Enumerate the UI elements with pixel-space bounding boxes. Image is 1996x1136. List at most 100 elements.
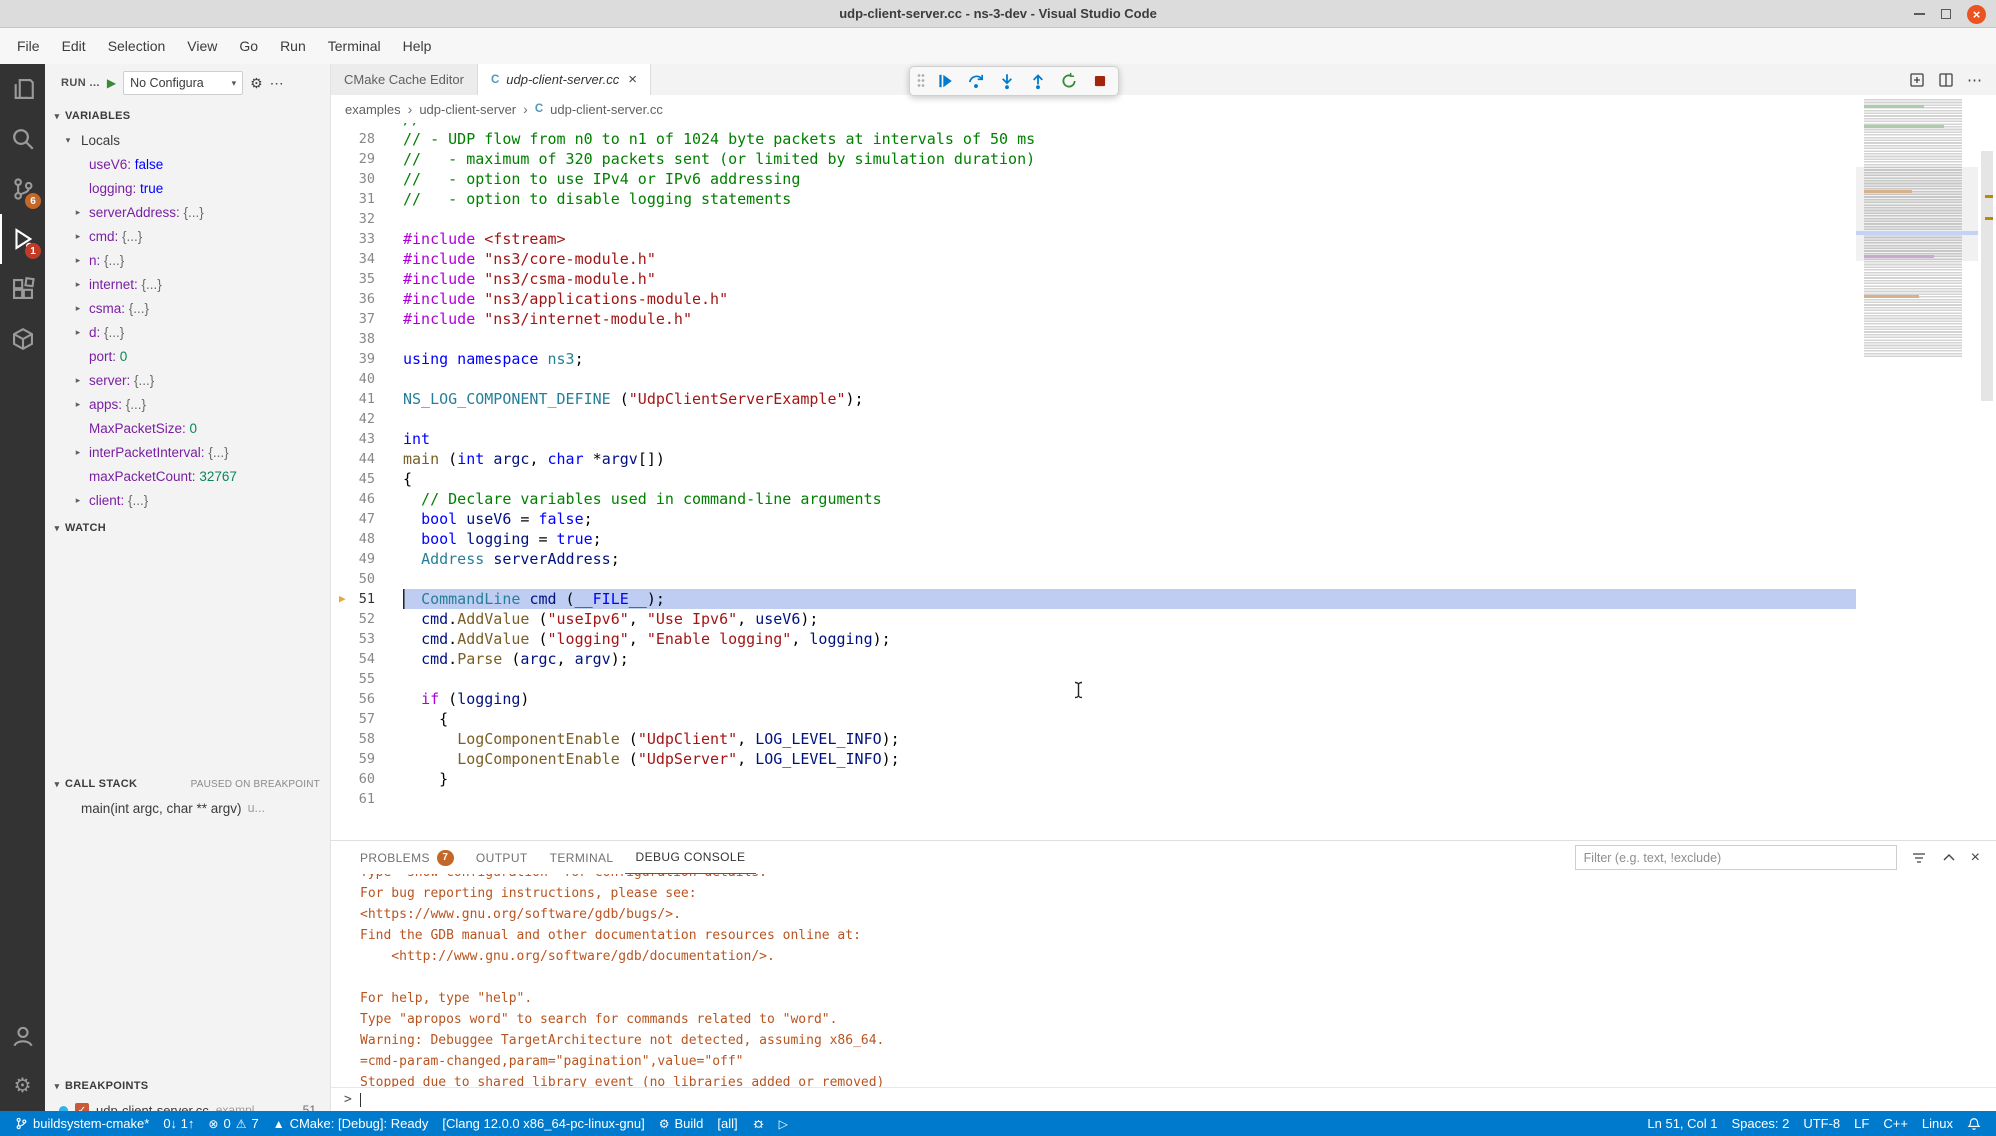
variable-row[interactable]: ▸internet: {...} (45, 272, 330, 296)
line-number[interactable]: 50 (331, 569, 375, 589)
chevron-right-icon[interactable]: ▸ (71, 279, 85, 290)
drag-handle[interactable] (917, 73, 925, 89)
code-text[interactable]: cmd.AddValue ("logging", "Enable logging… (403, 629, 1856, 649)
code-line[interactable]: 44 main (int argc, char *argv[]) (331, 449, 1856, 469)
line-number[interactable]: 48 (331, 529, 375, 549)
variable-row[interactable]: ▸interPacketInterval: {...} (45, 440, 330, 464)
variables-section-header[interactable]: ▾ VARIABLES (45, 104, 330, 128)
code-text[interactable]: cmd.AddValue ("useIpv6", "Use Ipv6", use… (403, 609, 1856, 629)
menu-selection[interactable]: Selection (97, 33, 177, 59)
status-indentation[interactable]: Spaces: 2 (1725, 1116, 1797, 1131)
code-line[interactable]: 49 Address serverAddress; (331, 549, 1856, 569)
code-text[interactable]: // - option to disable logging statement… (403, 189, 1856, 209)
line-number[interactable]: 51 (331, 589, 375, 609)
code-text[interactable]: bool useV6 = false; (403, 509, 1856, 529)
line-number[interactable]: 37 (331, 309, 375, 329)
code-text[interactable] (403, 669, 1856, 689)
code-line[interactable]: 34#include "ns3/core-module.h" (331, 249, 1856, 269)
menu-run[interactable]: Run (269, 33, 317, 59)
code-text[interactable] (403, 369, 1856, 389)
code-line[interactable]: 54 cmd.Parse (argc, argv); (331, 649, 1856, 669)
breakpoint-row[interactable]: ✓ udp-client-server.cc exampl... 51 (45, 1098, 330, 1111)
code-line[interactable]: 43 int (331, 429, 1856, 449)
code-text[interactable]: int (403, 429, 1856, 449)
code-line[interactable]: 61 (331, 789, 1856, 809)
code-text[interactable]: if (logging) (403, 689, 1856, 709)
code-text[interactable]: #include "ns3/csma-module.h" (403, 269, 1856, 289)
breakpoints-section-header[interactable]: ▾ BREAKPOINTS (45, 1074, 330, 1098)
continue-button[interactable] (934, 70, 956, 92)
variable-row[interactable]: ▸csma: {...} (45, 296, 330, 320)
code-line[interactable]: 56 if (logging) (331, 689, 1856, 709)
line-number[interactable]: 44 (331, 449, 375, 469)
code-text[interactable]: // - maximum of 320 packets sent (or lim… (403, 149, 1856, 169)
debug-gear-icon[interactable]: ⚙ (250, 75, 263, 92)
code-text[interactable] (403, 569, 1856, 589)
code-line[interactable]: 42 (331, 409, 1856, 429)
menu-file[interactable]: File (6, 33, 51, 59)
variable-row[interactable]: useV6: false (45, 152, 330, 176)
status-build-target[interactable]: [all] (710, 1111, 744, 1136)
variable-row[interactable]: ▸d: {...} (45, 320, 330, 344)
code-line[interactable]: 47 bool useV6 = false; (331, 509, 1856, 529)
tab-problems[interactable]: PROBLEMS 7 (349, 841, 465, 874)
debug-console[interactable]: Type "show configuration" for configurat… (331, 874, 1996, 1087)
code-line[interactable]: 52 cmd.AddValue ("useIpv6", "Use Ipv6", … (331, 609, 1856, 629)
tab-output[interactable]: OUTPUT (465, 841, 539, 874)
line-number[interactable]: 32 (331, 209, 375, 229)
breakpoint-checkbox[interactable]: ✓ (75, 1103, 89, 1111)
step-into-button[interactable] (996, 70, 1018, 92)
variable-row[interactable]: maxPacketCount: 32767 (45, 464, 330, 488)
open-changes-icon[interactable] (1909, 72, 1925, 88)
code-text[interactable]: // - option to use IPv4 or IPv6 addressi… (403, 169, 1856, 189)
variable-row[interactable]: MaxPacketSize: 0 (45, 416, 330, 440)
chevron-right-icon[interactable]: ▸ (71, 375, 85, 386)
line-number[interactable]: 56 (331, 689, 375, 709)
variable-row[interactable]: ▸server: {...} (45, 368, 330, 392)
package-icon[interactable] (0, 314, 45, 364)
line-number[interactable]: 49 (331, 549, 375, 569)
code-line[interactable]: 53 cmd.AddValue ("logging", "Enable logg… (331, 629, 1856, 649)
line-number[interactable]: 35 (331, 269, 375, 289)
code-text[interactable]: LogComponentEnable ("UdpClient", LOG_LEV… (403, 729, 1856, 749)
code-line[interactable]: 32 (331, 209, 1856, 229)
line-number[interactable]: 30 (331, 169, 375, 189)
line-number[interactable]: 46 (331, 489, 375, 509)
code-text[interactable]: #include "ns3/internet-module.h" (403, 309, 1856, 329)
minimize-button[interactable] (1914, 13, 1925, 15)
code-text[interactable]: NS_LOG_COMPONENT_DEFINE ("UdpClientServe… (403, 389, 1856, 409)
code-line[interactable]: 41NS_LOG_COMPONENT_DEFINE ("UdpClientSer… (331, 389, 1856, 409)
chevron-right-icon[interactable]: ▸ (71, 495, 85, 506)
line-number[interactable]: 39 (331, 349, 375, 369)
close-tab-icon[interactable]: × (628, 71, 637, 88)
status-problems[interactable]: ⊗ 0 ⚠ 7 (201, 1111, 265, 1136)
variable-row[interactable]: logging: true (45, 176, 330, 200)
line-number[interactable]: 33 (331, 229, 375, 249)
line-number[interactable]: 42 (331, 409, 375, 429)
code-text[interactable]: // - UDP flow from n0 to n1 of 1024 byte… (403, 129, 1856, 149)
code-text[interactable]: main (int argc, char *argv[]) (403, 449, 1856, 469)
code-text[interactable]: // Declare variables used in command-lin… (403, 489, 1856, 509)
call-stack-section-header[interactable]: ▾ CALL STACK PAUSED ON BREAKPOINT (45, 772, 330, 796)
line-number[interactable]: 59 (331, 749, 375, 769)
chevron-right-icon[interactable]: ▸ (71, 207, 85, 218)
line-number[interactable]: 53 (331, 629, 375, 649)
minimap-viewport[interactable] (1856, 167, 1978, 261)
line-number[interactable]: 40 (331, 369, 375, 389)
status-debug-button[interactable] (745, 1111, 772, 1136)
line-number[interactable]: 43 (331, 429, 375, 449)
stack-frame-row[interactable]: main(int argc, char ** argv) u... (45, 796, 330, 820)
chevron-right-icon[interactable]: ▸ (71, 327, 85, 338)
stop-button[interactable] (1089, 70, 1111, 92)
code-text[interactable] (403, 409, 1856, 429)
tab-terminal[interactable]: TERMINAL (539, 841, 625, 874)
line-number[interactable]: 38 (331, 329, 375, 349)
restart-button[interactable] (1058, 70, 1080, 92)
more-actions-icon[interactable]: ⋯ (1967, 71, 1982, 89)
status-kit[interactable]: [Clang 12.0.0 x86_64-pc-linux-gnu] (435, 1111, 651, 1136)
tab-cmake-cache-editor[interactable]: CMake Cache Editor (331, 64, 478, 95)
code-text[interactable]: #include "ns3/core-module.h" (403, 249, 1856, 269)
console-filter-input[interactable] (1575, 845, 1897, 870)
code-line[interactable]: 36#include "ns3/applications-module.h" (331, 289, 1856, 309)
code-line[interactable]: 45{ (331, 469, 1856, 489)
